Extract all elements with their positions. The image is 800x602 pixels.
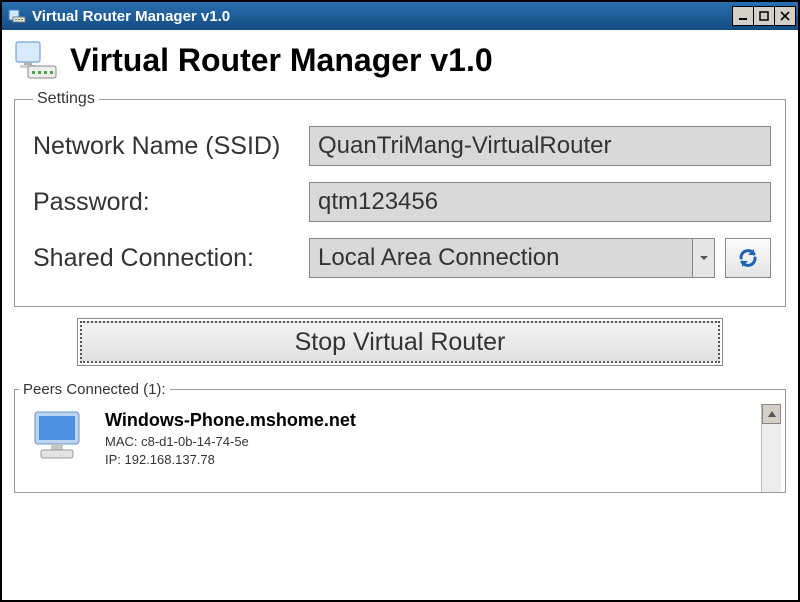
computer-icon: [27, 408, 91, 464]
password-input[interactable]: [309, 182, 771, 222]
shared-connection-dropdown[interactable]: Local Area Connection: [309, 238, 715, 278]
peer-mac: MAC: c8-d1-0b-14-74-5e: [105, 433, 356, 451]
window-controls: [732, 6, 796, 26]
peers-scrollbar[interactable]: [761, 404, 781, 492]
list-item[interactable]: Windows-Phone.mshome.net MAC: c8-d1-0b-1…: [27, 408, 753, 468]
client-area: Virtual Router Manager v1.0 Settings Net…: [2, 30, 798, 600]
peers-legend: Peers Connected (1):: [19, 381, 170, 398]
scroll-up-button[interactable]: [762, 404, 781, 424]
ssid-row: Network Name (SSID): [33, 126, 771, 166]
peers-group: Peers Connected (1): W: [14, 381, 786, 493]
refresh-icon: [735, 245, 761, 271]
window-title: Virtual Router Manager v1.0: [32, 8, 732, 25]
refresh-button[interactable]: [725, 238, 771, 278]
close-button[interactable]: [774, 6, 796, 26]
chevron-down-icon[interactable]: [692, 239, 714, 277]
app-logo-icon: [14, 38, 58, 82]
maximize-button[interactable]: [753, 6, 775, 26]
peers-list: Windows-Phone.mshome.net MAC: c8-d1-0b-1…: [19, 404, 761, 492]
settings-group: Settings Network Name (SSID) Password: S…: [14, 90, 786, 307]
scroll-track[interactable]: [762, 424, 781, 492]
titlebar: Virtual Router Manager v1.0: [2, 2, 798, 30]
ssid-input[interactable]: [309, 126, 771, 166]
password-label: Password:: [33, 188, 309, 217]
app-header: Virtual Router Manager v1.0: [14, 38, 786, 82]
app-window: Virtual Router Manager v1.0: [0, 0, 800, 602]
app-title: Virtual Router Manager v1.0: [70, 42, 493, 79]
shared-row: Shared Connection: Local Area Connection: [33, 238, 771, 278]
settings-legend: Settings: [33, 90, 99, 108]
stop-virtual-router-button[interactable]: Stop Virtual Router: [80, 321, 720, 363]
ssid-label: Network Name (SSID): [33, 132, 309, 161]
peer-hostname: Windows-Phone.mshome.net: [105, 410, 356, 431]
password-row: Password:: [33, 182, 771, 222]
peer-info: Windows-Phone.mshome.net MAC: c8-d1-0b-1…: [105, 408, 356, 468]
shared-connection-selected: Local Area Connection: [310, 239, 692, 277]
shared-connection-label: Shared Connection:: [33, 244, 309, 273]
app-titlebar-icon: [8, 7, 26, 25]
minimize-button[interactable]: [732, 6, 754, 26]
peer-ip: IP: 192.168.137.78: [105, 451, 356, 469]
